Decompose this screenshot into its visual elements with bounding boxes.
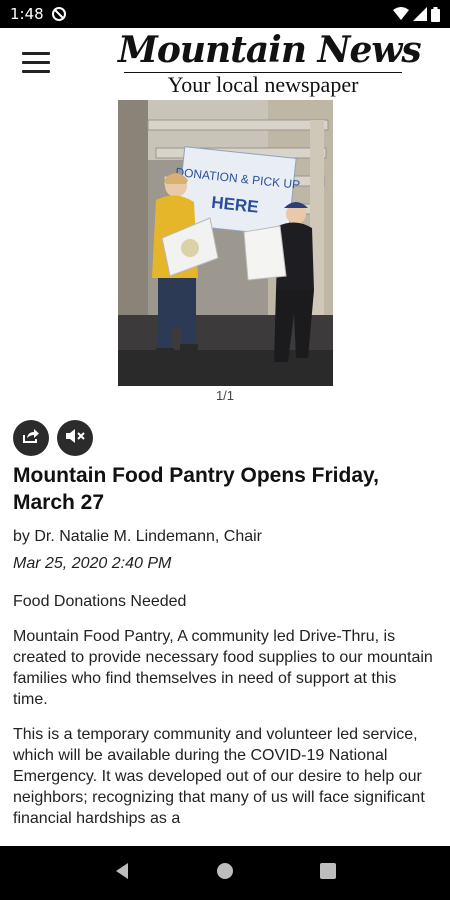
recents-button[interactable] [308,853,348,893]
app-header: Mountain News Your local newspaper [0,28,450,100]
hamburger-menu-icon[interactable] [22,52,50,76]
android-nav-bar [0,846,450,900]
article-paragraph: This is a temporary community and volunt… [13,726,425,827]
masthead: Mountain News Your local newspaper [118,28,422,97]
article-photo[interactable]: DONATION & PICK UP HERE [118,100,333,386]
article-body: Mountain Food Pantry Opens Friday, March… [13,462,433,843]
status-time: 1:48 [10,5,44,23]
gallery-counter: 1/1 [215,388,235,403]
masthead-subtitle: Your local newspaper [167,72,359,97]
masthead-title: Mountain News [118,29,422,71]
share-icon [22,428,40,449]
recents-square-icon [320,862,337,884]
back-triangle-icon [114,862,130,885]
battery-icon [431,6,440,22]
article-actions [13,420,93,456]
do-not-disturb-icon [51,7,66,21]
mute-icon [65,428,85,449]
mute-button[interactable] [57,420,93,456]
article-paragraph: Mountain Food Pantry, A community led Dr… [13,628,433,708]
share-button[interactable] [13,420,49,456]
home-button[interactable] [205,853,245,893]
article-paragraph: Food Donations Needed [13,593,187,610]
article-date: Mar 25, 2020 2:40 PM [13,555,172,572]
back-button[interactable] [102,853,142,893]
status-bar: 1:48 [0,0,450,28]
wifi-icon [393,7,409,21]
article-byline: by Dr. Natalie M. Lindemann, Chair [13,528,262,545]
home-circle-icon [216,862,234,885]
article-title: Mountain Food Pantry Opens Friday, March… [13,464,379,514]
signal-icon [413,7,427,21]
